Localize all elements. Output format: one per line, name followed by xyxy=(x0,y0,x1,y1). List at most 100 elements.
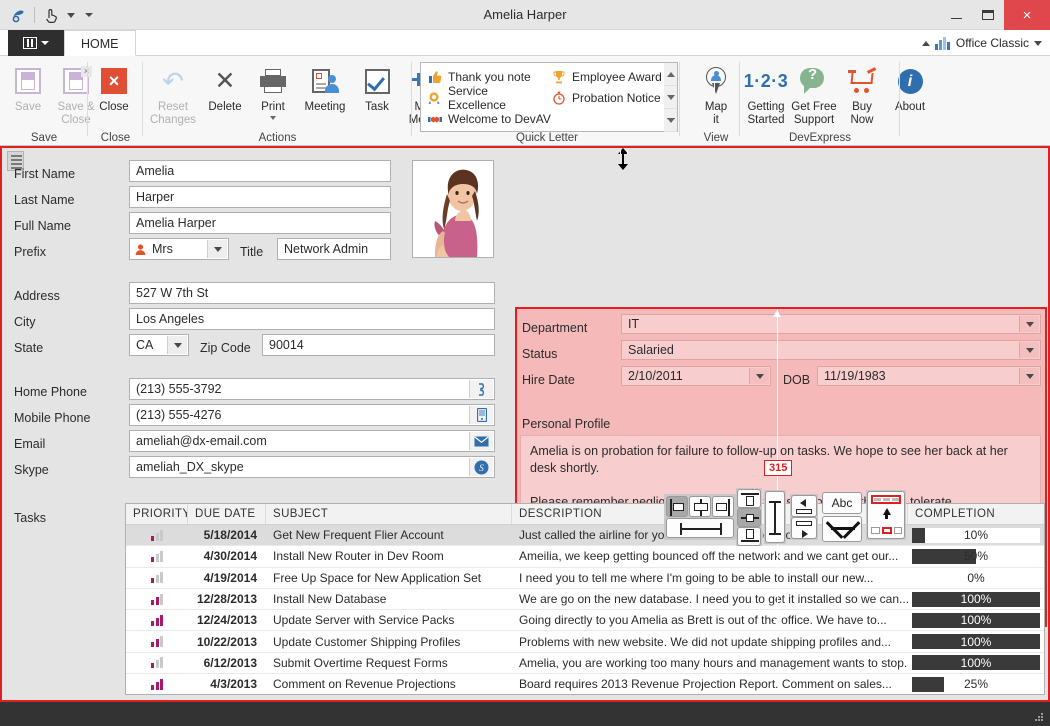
state-value: CA xyxy=(136,338,153,352)
phone-icon[interactable] xyxy=(469,380,493,398)
mobile-phone-input[interactable]: (213) 555-4276 xyxy=(129,404,495,426)
map-it-button[interactable]: Map it xyxy=(692,60,740,134)
map-pin-icon xyxy=(704,64,728,98)
align-centers-horizontal-icon[interactable] xyxy=(689,496,711,517)
skype-input[interactable]: ameliah_DX_skype S xyxy=(129,456,495,478)
print-dropdown-icon[interactable] xyxy=(270,116,276,120)
get-free-support-button[interactable]: ? Get Free Support xyxy=(790,60,838,134)
align-tops-icon[interactable] xyxy=(737,489,761,508)
city-input[interactable]: Los Angeles xyxy=(129,308,495,330)
tab-home[interactable]: HOME xyxy=(64,30,136,56)
gallery-item-employee-award[interactable]: Employee Award xyxy=(549,66,673,87)
department-combobox[interactable]: IT xyxy=(621,314,1041,334)
gallery-scroll-up-button[interactable] xyxy=(664,63,677,86)
task-button[interactable]: Task xyxy=(353,60,401,134)
envelope-icon[interactable] xyxy=(469,432,493,450)
align-bottoms-icon[interactable] xyxy=(737,527,761,546)
tasks-grid[interactable]: PRIORITY DUE DATE SUBJECT DESCRIPTION CO… xyxy=(125,503,1045,695)
column-header-completion[interactable]: COMPLETION xyxy=(908,504,1044,524)
gallery-dropdown-icon xyxy=(667,118,675,123)
title-input[interactable]: Network Admin xyxy=(277,238,391,260)
state-dropdown-button[interactable] xyxy=(167,336,187,354)
skype-icon[interactable]: S xyxy=(469,458,493,476)
table-row[interactable]: 4/19/2014Free Up Space for New Applicati… xyxy=(126,568,1044,589)
table-row[interactable]: 5/18/2014Get New Frequent Flier AccountJ… xyxy=(126,525,1044,546)
skin-name-label: Office Classic xyxy=(956,36,1029,50)
print-button[interactable]: Print xyxy=(249,60,297,134)
thumbs-up-icon xyxy=(427,69,442,84)
hire-date-input[interactable]: 2/10/2011 xyxy=(621,366,771,386)
department-dropdown-button[interactable] xyxy=(1019,316,1039,332)
completion-progress-bar: 100% xyxy=(912,613,1040,628)
column-header-due-date[interactable]: DUE DATE xyxy=(188,504,266,524)
gallery-expand-button[interactable] xyxy=(664,109,677,132)
column-header-priority[interactable]: PRIORITY xyxy=(126,504,188,524)
gallery-item-service-excellence[interactable]: Service Excellence xyxy=(425,87,549,108)
maximize-button[interactable] xyxy=(972,0,1004,30)
last-name-input[interactable]: Harper xyxy=(129,186,391,208)
subject-cell: Comment on Revenue Projections xyxy=(266,674,512,694)
home-phone-input[interactable]: (213) 555-3792 xyxy=(129,378,495,400)
status-combobox[interactable]: Salaried xyxy=(621,340,1041,360)
table-row[interactable]: 4/30/2014Install New Router in Dev RoomA… xyxy=(126,546,1044,567)
skin-dropdown-icon[interactable] xyxy=(1034,41,1042,46)
make-same-height-icon[interactable] xyxy=(765,491,785,543)
table-row[interactable]: 6/12/2013Submit Overtime Request FormsAm… xyxy=(126,653,1044,674)
completion-label: 100% xyxy=(912,592,1040,607)
gallery-item-welcome-to-devav[interactable]: Welcome to DevAV xyxy=(425,108,677,129)
prefix-dropdown-button[interactable] xyxy=(207,240,227,258)
gallery-item-probation-notice[interactable]: Probation Notice xyxy=(549,87,673,108)
delete-button[interactable]: ✕ Delete xyxy=(201,60,249,134)
buy-now-button[interactable]: Buy Now xyxy=(838,60,886,134)
minimize-button[interactable] xyxy=(940,0,972,30)
prefix-combobox[interactable]: Mrs xyxy=(129,238,229,260)
priority-cell xyxy=(126,525,188,545)
resize-grip-icon[interactable] xyxy=(1035,713,1044,722)
email-input[interactable]: ameliah@dx-email.com xyxy=(129,430,495,452)
increase-horizontal-spacing-icon[interactable] xyxy=(791,517,817,539)
getting-started-button[interactable]: 1·2·3 Getting Started xyxy=(742,60,790,134)
bring-to-front-icon[interactable] xyxy=(867,491,905,539)
address-input[interactable]: 527 W 7th St xyxy=(129,282,495,304)
skin-selector[interactable]: Office Classic xyxy=(922,30,1042,56)
about-button[interactable]: i About xyxy=(886,60,934,134)
save-button[interactable]: Save xyxy=(4,60,52,134)
table-row[interactable]: 4/3/2013Comment on Revenue ProjectionsBo… xyxy=(126,674,1044,695)
quick-letter-gallery[interactable]: Thank you note Employee Award Service Ex… xyxy=(420,62,678,132)
meeting-button[interactable]: Meeting xyxy=(297,60,353,134)
state-combobox[interactable]: CA xyxy=(129,334,189,356)
ribbon-group-close: × Close Close xyxy=(88,56,143,146)
ribbon: Save × Save & Close Save × Close Close xyxy=(0,56,1050,146)
make-same-width-icon[interactable] xyxy=(666,518,734,538)
column-header-subject[interactable]: SUBJECT xyxy=(266,504,512,524)
group-label-save: Save xyxy=(0,132,88,144)
table-row[interactable]: 10/22/2013Update Customer Shipping Profi… xyxy=(126,631,1044,652)
alignment-toolbar[interactable]: Abc xyxy=(658,486,906,548)
dob-input[interactable]: 11/19/1983 xyxy=(817,366,1041,386)
align-rights-icon[interactable] xyxy=(712,496,734,517)
first-name-input[interactable]: Amelia xyxy=(129,160,391,182)
decrease-horizontal-spacing-icon[interactable] xyxy=(791,495,817,517)
chevron-up-icon[interactable] xyxy=(922,41,930,46)
hire-date-dropdown-button[interactable] xyxy=(749,368,769,384)
mobile-phone-icon[interactable] xyxy=(469,406,493,424)
align-middles-icon[interactable] xyxy=(737,508,761,527)
application-menu-button[interactable] xyxy=(8,30,64,56)
full-name-input[interactable]: Amelia Harper xyxy=(129,212,391,234)
close-button[interactable]: × xyxy=(1004,0,1050,30)
table-row[interactable]: 12/28/2013Install New DatabaseWe are go … xyxy=(126,589,1044,610)
reset-changes-button[interactable]: ↶ Reset Changes xyxy=(145,60,201,134)
close-record-button[interactable]: × Close xyxy=(90,60,138,134)
abc-font-icon[interactable]: Abc xyxy=(822,492,862,514)
align-lefts-icon[interactable] xyxy=(666,496,688,517)
remove-spacing-icon[interactable] xyxy=(822,516,862,542)
gallery-scrollbar[interactable] xyxy=(664,62,678,132)
employee-photo xyxy=(412,160,494,258)
status-dropdown-button[interactable] xyxy=(1019,342,1039,358)
description-cell: Board requires 2013 Revenue Projection R… xyxy=(512,674,908,694)
zip-code-input[interactable]: 90014 xyxy=(262,334,495,356)
gallery-scroll-down-button[interactable] xyxy=(664,86,677,109)
table-row[interactable]: 12/24/2013Update Server with Service Pac… xyxy=(126,610,1044,631)
dob-dropdown-button[interactable] xyxy=(1019,368,1039,384)
subject-cell: Free Up Space for New Application Set xyxy=(266,568,512,588)
